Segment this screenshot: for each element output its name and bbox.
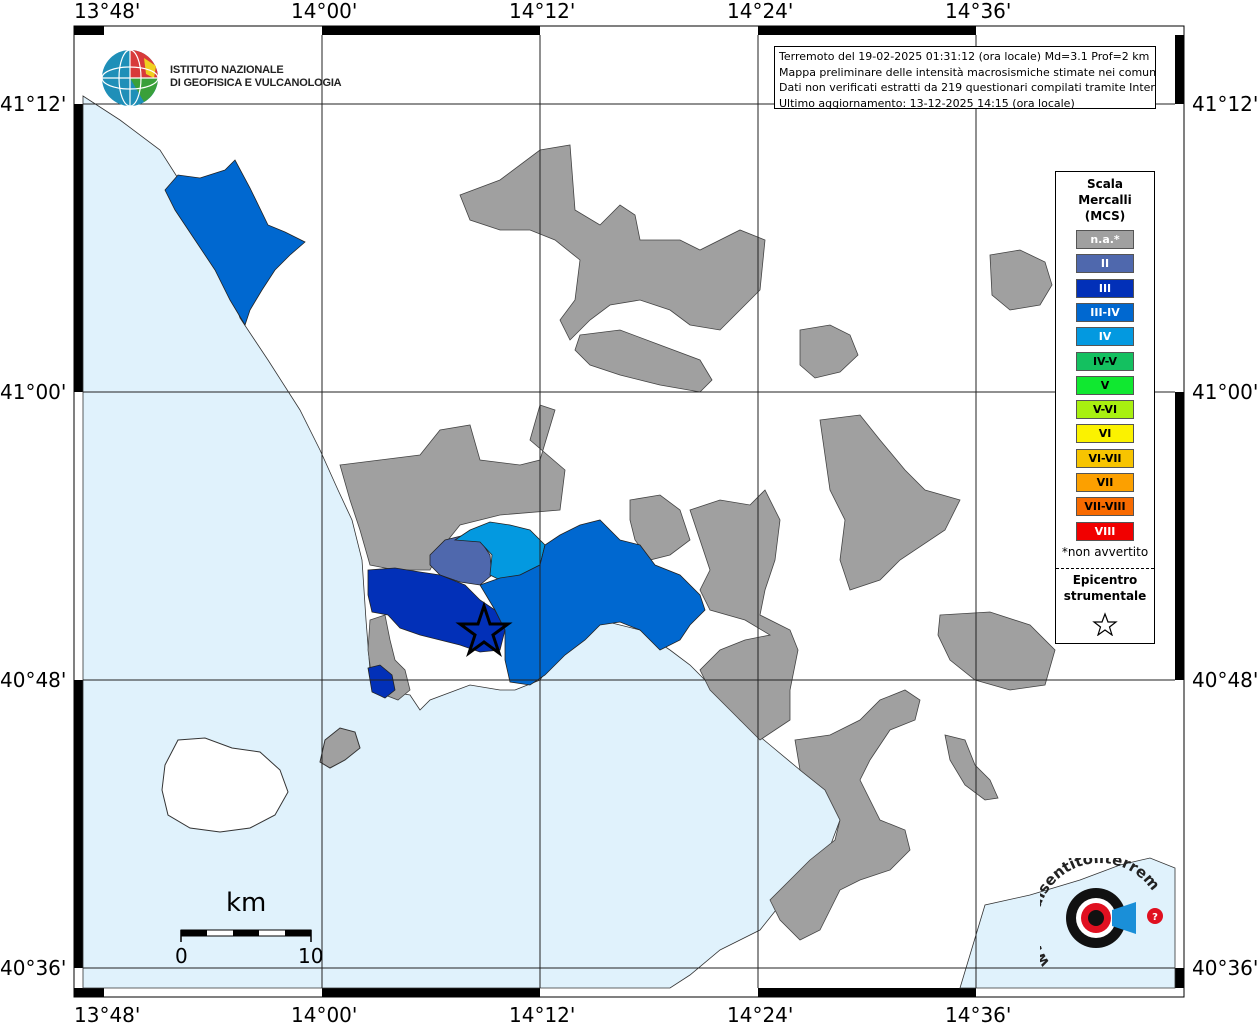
legend-epicenter-line2: strumentale — [1063, 589, 1147, 603]
right-lat-label-1: 41°12' — [1192, 92, 1257, 116]
ingv-globe-icon — [101, 49, 159, 107]
legend-swatch: VII — [1076, 473, 1134, 492]
legend-epicenter-line1: Epicentro — [1072, 573, 1138, 587]
event-info-line2: Mappa preliminare delle intensità macros… — [779, 65, 1156, 79]
map-area — [82, 35, 1176, 989]
scale-bar-min: 0 — [175, 944, 188, 968]
legend-swatch: VI — [1076, 424, 1134, 444]
top-lon-label-3: 14°12' — [509, 0, 576, 23]
event-info-line4: Ultimo aggiornamento: 13-12-2025 14:15 (… — [779, 96, 1075, 109]
bottom-lon-label-2: 14°00' — [291, 1003, 358, 1027]
bottom-lon-label-3: 14°12' — [509, 1003, 576, 1027]
legend-title-line1: Scala — [1086, 177, 1124, 191]
legend-swatch: VI-VII — [1076, 448, 1134, 468]
left-lat-label-4: 40°36' — [0, 956, 67, 980]
ingv-logo — [100, 48, 162, 112]
right-lat-label-4: 40°36' — [1192, 956, 1257, 980]
scale-bar-max: 10 — [298, 944, 324, 968]
ingv-name-line1: ISTITUTO NAZIONALE — [170, 64, 284, 76]
legend-swatch: IV-V — [1076, 351, 1134, 371]
right-lat-label-3: 40°48' — [1192, 668, 1257, 692]
ingv-name: ISTITUTO NAZIONALE DI GEOFISICA E VULCAN… — [170, 64, 342, 90]
legend-title-line2: Mercalli — [1078, 193, 1132, 207]
legend-note: *non avvertito — [1061, 545, 1149, 559]
legend-swatch: V — [1076, 375, 1134, 395]
legend-star-icon — [1092, 612, 1118, 636]
top-lon-label-5: 14°36' — [945, 0, 1012, 23]
right-lat-label-2: 41°00' — [1192, 380, 1257, 404]
haisentito-target-icon: ? www.haisentitoilterremoto.it — [1023, 844, 1163, 970]
bottom-lon-label-4: 14°24' — [727, 1003, 794, 1027]
left-lat-label-3: 40°48' — [0, 668, 67, 692]
top-lon-label-4: 14°24' — [727, 0, 794, 23]
bottom-lon-label-1: 13°48' — [74, 1003, 141, 1027]
legend-swatch: IV — [1076, 327, 1134, 347]
scale-bar-unit: km — [226, 888, 267, 918]
bottom-lon-label-5: 14°36' — [945, 1003, 1012, 1027]
legend-swatch: II — [1076, 254, 1134, 274]
top-lon-label-2: 14°00' — [291, 0, 358, 23]
legend-title: Scala Mercalli (MCS) — [1056, 176, 1154, 224]
top-lon-label-1: 13°48' — [74, 0, 141, 23]
legend-swatch: III — [1076, 278, 1134, 298]
legend-title-line3: (MCS) — [1084, 209, 1126, 223]
event-info-box: Terremoto del 19-02-2025 01:31:12 (ora l… — [774, 46, 1156, 109]
event-info-line3: Dati non verificati estratti da 219 ques… — [779, 81, 1156, 94]
legend-divider — [1056, 568, 1154, 569]
legend-swatch: V-VI — [1076, 400, 1134, 420]
legend-swatch: n.a.* — [1076, 230, 1134, 249]
legend-epicenter-label: Epicentro strumentale — [1056, 572, 1154, 604]
legend-swatch: III-IV — [1076, 302, 1134, 322]
event-info-line1: Terremoto del 19-02-2025 01:31:12 (ora l… — [779, 50, 1150, 63]
legend-swatch: VII-VIII — [1076, 497, 1134, 517]
left-lat-label-2: 41°00' — [0, 380, 67, 404]
left-lat-label-1: 41°12' — [0, 92, 67, 116]
legend-swatch: VIII — [1076, 521, 1134, 541]
intensity-legend: Scala Mercalli (MCS) n.a.* II III III-IV IV I… — [1055, 171, 1155, 644]
haisentito-logo: ? www.haisentitoilterremoto.it — [1023, 844, 1170, 982]
ingv-name-line2: DI GEOFISICA E VULCANOLOGIA — [170, 77, 342, 89]
svg-text:?: ? — [1152, 912, 1158, 923]
